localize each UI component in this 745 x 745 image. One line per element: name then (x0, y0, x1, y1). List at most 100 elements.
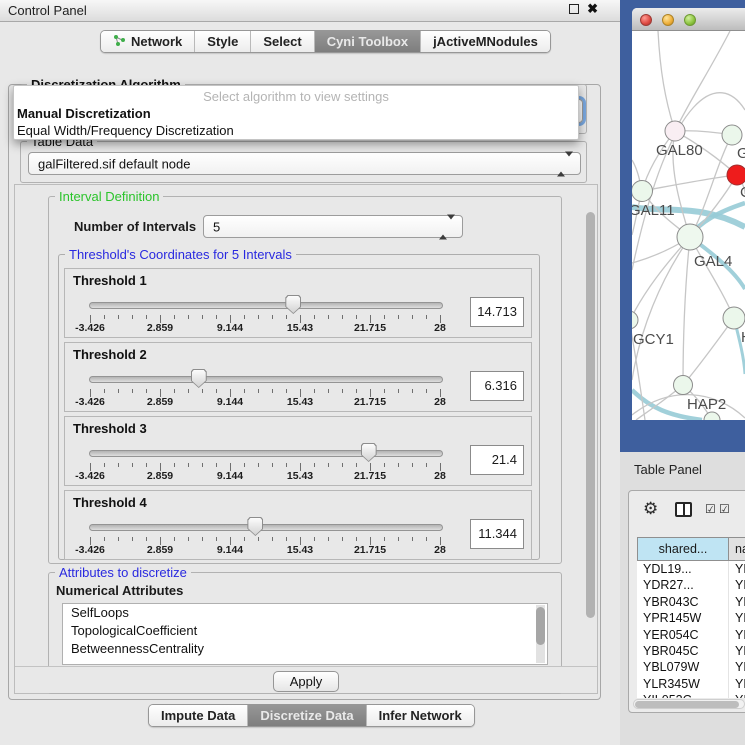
slider-thumb[interactable] (285, 295, 301, 314)
cell-name[interactable]: YIL0 (729, 692, 745, 698)
cell-shared-name[interactable]: YBR045C (637, 643, 729, 659)
slider-track[interactable] (89, 450, 443, 457)
vertical-scrollbar[interactable] (586, 212, 595, 618)
list-item-betweennesscentrality[interactable]: BetweennessCentrality (63, 640, 547, 658)
table-row[interactable]: YLR345WYLR3 (637, 676, 745, 692)
tab-discretize-data[interactable]: Discretize Data (248, 705, 366, 726)
table-row[interactable]: YIL052CYIL0 (637, 692, 745, 698)
close-icon[interactable]: ✖ (587, 4, 598, 14)
node-c[interactable] (727, 165, 745, 185)
column-header-name[interactable]: na (729, 537, 745, 561)
cell-shared-name[interactable]: YDL19... (637, 561, 729, 577)
ruler-tick (132, 537, 133, 541)
tab-label: Discretize Data (260, 708, 353, 723)
ruler-tick (258, 389, 259, 393)
scale-label: 15.43 (287, 544, 313, 556)
cell-shared-name[interactable]: YDR27... (637, 577, 729, 593)
slider-track[interactable] (89, 302, 443, 309)
slider-thumb[interactable] (361, 443, 377, 462)
tab-infer-network[interactable]: Infer Network (367, 705, 474, 726)
tab-impute-data[interactable]: Impute Data (149, 705, 248, 726)
column-header-shared-name[interactable]: shared... (637, 537, 729, 561)
node-g[interactable] (722, 125, 742, 145)
list-item-topologicalcoefficient[interactable]: TopologicalCoefficient (63, 622, 547, 640)
cell-shared-name[interactable]: YER054C (637, 627, 729, 643)
cell-name[interactable]: YDR2 (729, 577, 745, 593)
tab-style[interactable]: Style (195, 31, 251, 52)
node-hap2[interactable] (674, 376, 693, 395)
node-h[interactable] (723, 307, 745, 329)
cell-shared-name[interactable]: YPR145W (637, 610, 729, 626)
horizontal-scrollbar-track[interactable] (633, 699, 745, 709)
dropdown-item-manual-discretization[interactable]: Manual Discretization (17, 106, 151, 121)
slider-track[interactable] (89, 376, 443, 383)
list-scrollbar-thumb[interactable] (536, 607, 545, 645)
edge (632, 237, 690, 380)
list-scrollbar-track[interactable] (536, 605, 545, 663)
slider-thumb[interactable] (247, 517, 263, 536)
cell-name[interactable]: YBL0 (729, 659, 745, 675)
ruler-tick (314, 537, 315, 541)
slider-track[interactable] (89, 524, 443, 531)
ruler-tick (272, 537, 273, 541)
scale-label: -3.426 (75, 396, 105, 408)
cell-name[interactable]: YBR0 (729, 643, 745, 659)
apply-button[interactable]: Apply (273, 671, 339, 692)
cell-shared-name[interactable]: YBR043C (637, 594, 729, 610)
cell-shared-name[interactable]: YLR345W (637, 676, 729, 692)
threshold-value-field[interactable]: 6.316 (470, 371, 524, 401)
threshold-value-field[interactable]: 11.344 (470, 519, 524, 549)
ruler-tick (328, 463, 329, 467)
cell-name[interactable]: YER0 (729, 627, 745, 643)
table-panel: ⚙ ☑ ☑ shared... na YDL19...YDL1YDR27...Y… (628, 490, 745, 713)
checkbox-icon[interactable]: ☑ (705, 502, 716, 516)
tab-jactivemnodules[interactable]: jActiveMNodules (421, 31, 550, 52)
ruler-tick (146, 537, 147, 541)
dropdown-item-equal-width-frequency[interactable]: Equal Width/Frequency Discretization (17, 123, 234, 138)
slider-thumb[interactable] (191, 369, 207, 388)
table-row[interactable]: YPR145WYPR1 (637, 610, 745, 626)
num-intervals-combobox[interactable]: 5 (203, 215, 463, 238)
split-pane-icon[interactable] (675, 502, 692, 517)
gear-icon[interactable]: ⚙ (643, 499, 658, 519)
scale-label: -3.426 (75, 470, 105, 482)
cell-name[interactable]: YLR3 (729, 676, 745, 692)
node-gal4[interactable] (677, 224, 703, 250)
threshold-value-field[interactable]: 14.713 (470, 297, 524, 327)
node-gal80[interactable] (665, 121, 685, 141)
cell-name[interactable]: YPR1 (729, 610, 745, 626)
cell-shared-name[interactable]: YIL052C (637, 692, 729, 698)
horizontal-scrollbar-thumb[interactable] (635, 701, 739, 708)
table-row[interactable]: YDL19...YDL1 (637, 561, 745, 577)
ruler-tick (104, 389, 105, 393)
tab-network[interactable]: Network (101, 31, 195, 52)
cell-name[interactable]: YDL1 (729, 561, 745, 577)
tab-cyni-toolbox[interactable]: Cyni Toolbox (315, 31, 421, 52)
close-traffic-light-icon[interactable] (640, 14, 652, 26)
network-canvas[interactable]: GAL80GCGAL11GAL4GCY1HHAP2 (632, 8, 745, 420)
table-row[interactable]: YDR27...YDR2 (637, 577, 745, 593)
cell-shared-name[interactable]: YBL079W (637, 659, 729, 675)
list-item-selfloops[interactable]: SelfLoops (63, 604, 547, 622)
threshold-value-field[interactable]: 21.4 (470, 445, 524, 475)
stepper-icon (557, 156, 573, 171)
zoom-traffic-light-icon[interactable] (684, 14, 696, 26)
table-row[interactable]: YBR045CYBR0 (637, 643, 745, 659)
float-window-icon[interactable] (569, 4, 579, 14)
node-gal11[interactable] (632, 181, 653, 202)
checkbox-icon[interactable]: ☑ (719, 502, 730, 516)
minimize-traffic-light-icon[interactable] (662, 14, 674, 26)
node-gcy1[interactable] (632, 311, 638, 329)
thresholds-group-title: Threshold's Coordinates for 5 Intervals (65, 247, 296, 262)
network-window-titlebar[interactable] (632, 8, 745, 31)
ruler-tick (258, 537, 259, 541)
node-unlabeled[interactable] (704, 412, 720, 420)
ruler-tick (272, 463, 273, 467)
ruler-tick (398, 463, 399, 467)
table-row[interactable]: YER054CYER0 (637, 627, 745, 643)
table-data-combobox[interactable]: galFiltered.sif default node (28, 152, 581, 175)
table-row[interactable]: YBR043CYBR0 (637, 594, 745, 610)
cell-name[interactable]: YBR0 (729, 594, 745, 610)
tab-select[interactable]: Select (251, 31, 314, 52)
table-row[interactable]: YBL079WYBL0 (637, 659, 745, 675)
